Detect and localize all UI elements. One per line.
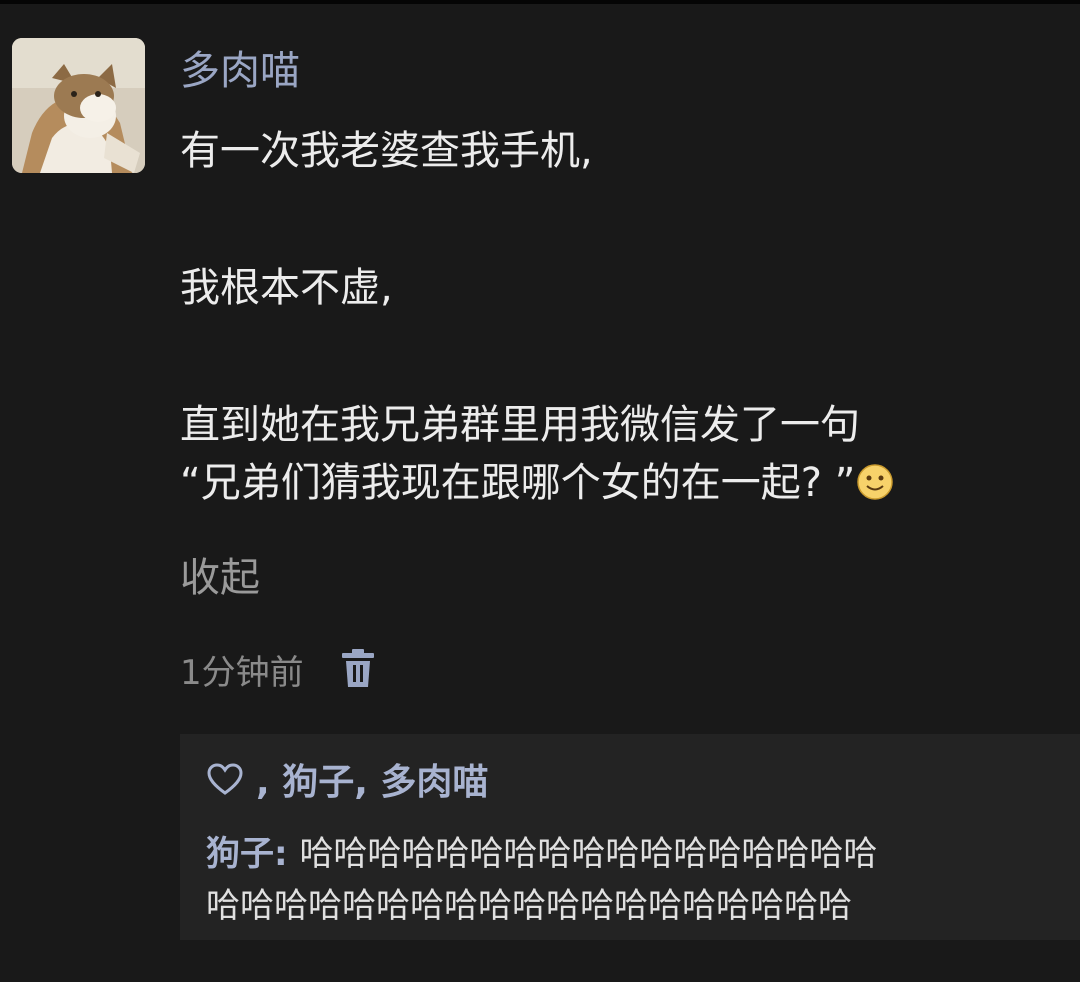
comment-author[interactable]: 狗子 bbox=[206, 834, 274, 874]
comment-separator: : bbox=[274, 834, 300, 874]
moment-post: 多肉喵 有一次我老婆查我手机, 我根本不虚, 直到她在我兄弟群里用我微信发了一句… bbox=[0, 0, 1080, 982]
trash-icon[interactable] bbox=[340, 649, 376, 689]
post-quote: “兄弟们猜我现在跟哪个女的在一起? ” bbox=[180, 460, 856, 506]
timestamp: 1分钟前 bbox=[180, 652, 304, 693]
comment-line: 狗子: 哈哈哈哈哈哈哈哈哈哈哈哈哈哈哈哈哈 bbox=[206, 828, 1080, 880]
interaction-panel: , 狗子, 多肉喵 狗子: 哈哈哈哈哈哈哈哈哈哈哈哈哈哈哈哈哈 哈哈哈哈哈哈哈哈… bbox=[180, 734, 1080, 940]
comment-line: 哈哈哈哈哈哈哈哈哈哈哈哈哈哈哈哈哈哈哈 bbox=[206, 880, 1080, 932]
collapse-link[interactable]: 收起 bbox=[180, 550, 260, 606]
heart-icon[interactable] bbox=[206, 762, 244, 796]
likers-list[interactable]: , 狗子, 多肉喵 bbox=[256, 753, 488, 805]
comment-text: 哈哈哈哈哈哈哈哈哈哈哈哈哈哈哈哈哈 bbox=[299, 834, 878, 874]
post-quote-line: “兄弟们猜我现在跟哪个女的在一起? ” bbox=[180, 454, 1080, 512]
avatar[interactable] bbox=[12, 38, 145, 173]
post-paragraph: 我根本不虚, bbox=[180, 265, 393, 311]
comment-text: 哈哈哈哈哈哈哈哈哈哈哈哈哈哈哈哈哈哈哈 bbox=[206, 886, 852, 926]
post-paragraph: 直到她在我兄弟群里用我微信发了一句 bbox=[180, 402, 860, 448]
cat-avatar-icon bbox=[12, 38, 145, 173]
post-meta: 1分钟前 bbox=[180, 644, 376, 694]
username[interactable]: 多肉喵 bbox=[180, 46, 300, 96]
likes-row: , 狗子, 多肉喵 bbox=[206, 752, 488, 806]
post-content: 有一次我老婆查我手机, 我根本不虚, 直到她在我兄弟群里用我微信发了一句 “兄弟… bbox=[180, 122, 1080, 512]
comment-item[interactable]: 狗子: 哈哈哈哈哈哈哈哈哈哈哈哈哈哈哈哈哈 哈哈哈哈哈哈哈哈哈哈哈哈哈哈哈哈哈哈… bbox=[206, 828, 1080, 934]
post-paragraph: 有一次我老婆查我手机, bbox=[180, 128, 593, 174]
smile-emoji-icon bbox=[855, 460, 895, 500]
